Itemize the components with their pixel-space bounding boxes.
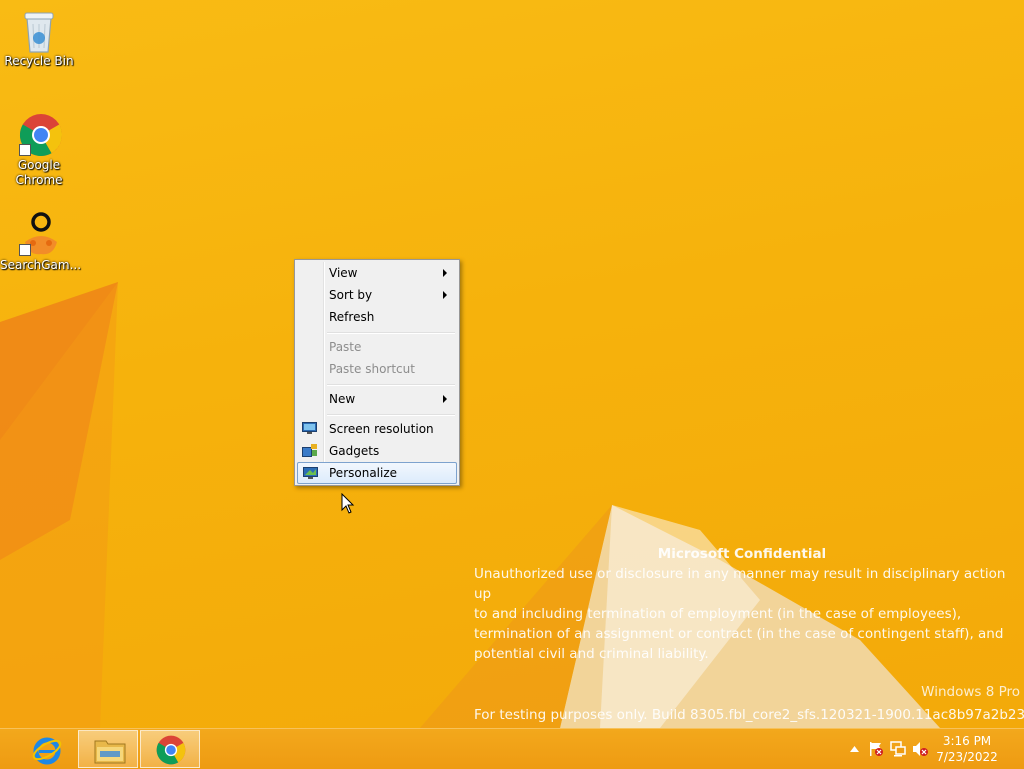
windows-edition-text: Windows 8 Pro: [921, 684, 1020, 700]
menu-item-new[interactable]: New: [297, 388, 457, 410]
system-tray: 3:16 PM 7/23/2022: [834, 729, 1024, 769]
shortcut-arrow-icon: [19, 144, 31, 156]
network-icon[interactable]: [890, 741, 906, 757]
menu-item-view[interactable]: View: [297, 262, 457, 284]
confidential-watermark: Microsoft Confidential Unauthorized use …: [474, 544, 1024, 664]
clock-date: 7/23/2022: [936, 750, 998, 764]
build-info-text: For testing purposes only. Build 8305.fb…: [474, 707, 1024, 723]
desktop-icon-recycle-bin[interactable]: Recycle Bin: [0, 8, 78, 69]
menu-item-label: Screen resolution: [329, 422, 434, 436]
menu-item-paste-shortcut: Paste shortcut: [297, 358, 457, 380]
desktop-icon-google-chrome[interactable]: Google Chrome: [0, 112, 78, 188]
taskbar-clock[interactable]: 3:16 PM 7/23/2022: [932, 733, 1002, 765]
menu-separator: [327, 414, 455, 416]
action-center-flag-icon[interactable]: [868, 741, 884, 757]
menu-item-label: Gadgets: [329, 444, 380, 458]
menu-separator: [327, 384, 455, 386]
menu-item-label: Paste: [329, 340, 362, 354]
submenu-arrow-icon: [443, 291, 447, 299]
shortcut-arrow-icon: [19, 244, 31, 256]
watermark-line: to and including termination of employme…: [474, 606, 962, 622]
chrome-icon: [19, 112, 63, 157]
menu-item-label: Sort by: [329, 288, 373, 302]
watermark-line: potential civil and criminal liability.: [474, 646, 709, 662]
chrome-icon: [156, 735, 186, 765]
clock-time: 3:16 PM: [942, 734, 992, 748]
taskbar-google-chrome[interactable]: [140, 730, 200, 768]
gadgets-icon: [302, 444, 317, 457]
menu-item-label: Refresh: [329, 310, 375, 324]
desktop-context-menu: View Sort by Refresh Paste Paste shortcu…: [294, 259, 460, 486]
menu-item-paste: Paste: [297, 336, 457, 358]
watermark-line: termination of an assignment or contract…: [474, 626, 1004, 642]
file-explorer-icon: [94, 740, 126, 764]
menu-separator: [327, 332, 455, 334]
recycle-bin-icon: [19, 8, 59, 53]
watermark-line: Unauthorized use or disclosure in any ma…: [474, 566, 1006, 602]
desktop-icon-label: Recycle Bin: [4, 54, 74, 68]
menu-item-refresh[interactable]: Refresh: [297, 306, 457, 328]
menu-item-label: New: [329, 392, 356, 406]
searchgame-icon: [19, 212, 59, 256]
desktop-icon-searchgame[interactable]: SearchGam...: [0, 212, 82, 273]
menu-item-label: Paste shortcut: [329, 362, 415, 376]
mouse-cursor-icon: [341, 493, 355, 514]
screen-resolution-icon: [302, 422, 317, 434]
taskbar: 3:16 PM 7/23/2022: [0, 728, 1024, 769]
desktop[interactable]: Recycle Bin Google Chrome SearchGam... V…: [0, 0, 1024, 728]
menu-item-personalize[interactable]: Personalize: [297, 462, 457, 484]
desktop-icon-label: Google Chrome: [15, 158, 63, 187]
menu-item-sort-by[interactable]: Sort by: [297, 284, 457, 306]
watermark-title: Microsoft Confidential: [657, 546, 827, 562]
internet-explorer-icon: [32, 737, 62, 765]
personalize-icon: [303, 467, 318, 479]
volume-muted-icon[interactable]: [912, 741, 928, 757]
menu-item-gadgets[interactable]: Gadgets: [297, 440, 457, 462]
desktop-icon-label: SearchGam...: [0, 258, 82, 272]
submenu-arrow-icon: [443, 269, 447, 277]
show-hidden-icons-arrow-icon[interactable]: [850, 746, 859, 752]
taskbar-internet-explorer[interactable]: [16, 730, 76, 768]
menu-item-label: View: [329, 266, 358, 280]
menu-item-screen-resolution[interactable]: Screen resolution: [297, 418, 457, 440]
submenu-arrow-icon: [443, 395, 447, 403]
taskbar-file-explorer[interactable]: [78, 730, 138, 768]
menu-item-label: Personalize: [329, 466, 398, 480]
